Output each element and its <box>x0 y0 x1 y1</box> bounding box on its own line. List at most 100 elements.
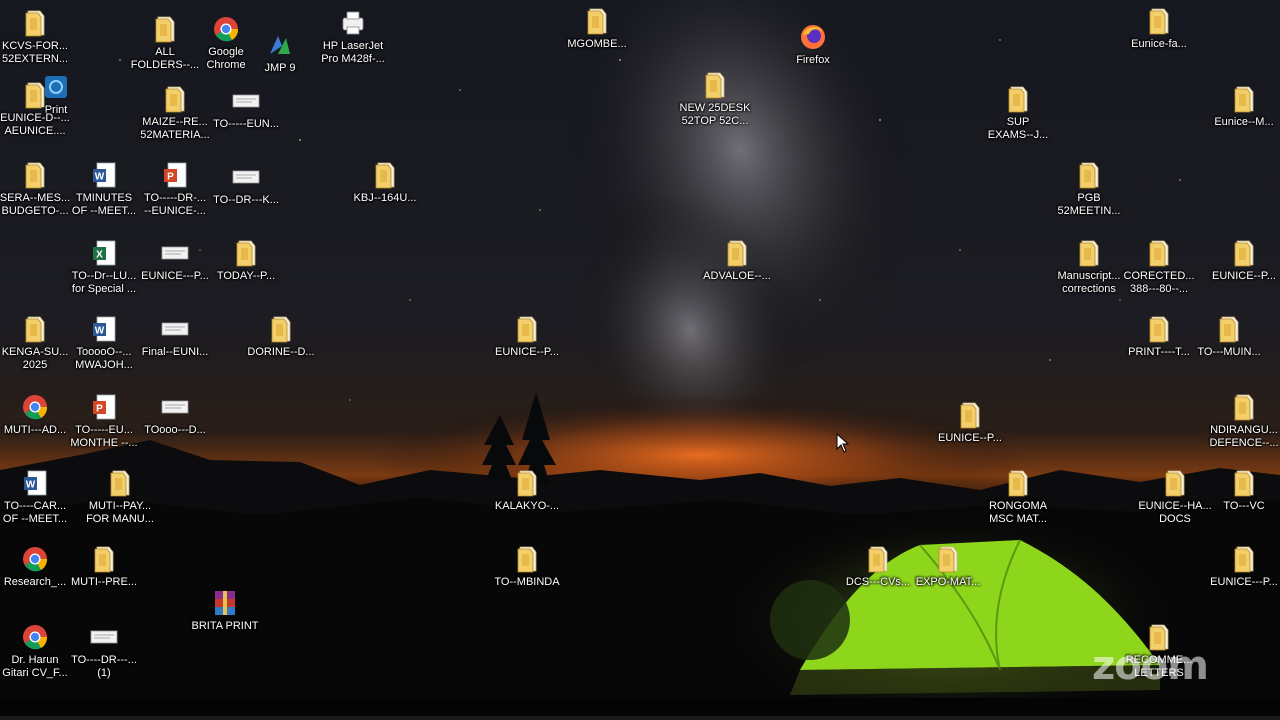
folder-kcvs-forms-icon[interactable] <box>21 8 49 38</box>
desktop-icon[interactable]: P TO-----EU... MONTHE --... <box>66 392 142 464</box>
folder-dcs-cvs-icon[interactable] <box>864 544 892 574</box>
desktop[interactable]: KCVS-FOR... 52EXTERN... ALL FOLDERS--... G… <box>0 0 1280 720</box>
folder-eunice-m-icon[interactable] <box>1230 84 1258 114</box>
folder-sup-exams-icon[interactable] <box>1004 84 1032 114</box>
word-to-car-icon[interactable]: W <box>21 468 49 498</box>
folder-eunice-fa-icon[interactable] <box>1145 6 1173 36</box>
file-final-euni-icon[interactable] <box>161 314 189 344</box>
folder-print-t-icon[interactable] <box>1145 314 1173 344</box>
folder-new-desktop-icon[interactable] <box>701 70 729 100</box>
desktop-icon[interactable]: KBJ--164U... <box>347 160 423 232</box>
folder-eunice-desktop-icon[interactable] <box>21 80 49 110</box>
folder-to-muin-icon[interactable] <box>1215 314 1243 344</box>
folder-to-mbinda-icon[interactable] <box>513 544 541 574</box>
desktop-icon[interactable]: MGOMBE... <box>559 6 635 78</box>
desktop-icon[interactable]: NEW 25DESK 52TOP 52C... <box>677 70 753 142</box>
desktop-icon[interactable]: KCVS-FOR... 52EXTERN... <box>0 8 73 80</box>
desktop-icon[interactable]: TO--MBINDA <box>489 544 565 616</box>
desktop-icon[interactable]: TO-----EUN... <box>208 86 284 158</box>
desktop-icon[interactable]: TODAY--P... <box>208 238 284 310</box>
desktop-icon[interactable]: TO---VC <box>1206 468 1280 540</box>
folder-dorine-icon[interactable] <box>267 314 295 344</box>
word-mwajoh-icon[interactable]: W <box>90 314 118 344</box>
folder-advaloe-icon[interactable] <box>723 238 751 268</box>
file-to-dr-1-icon[interactable] <box>90 622 118 652</box>
file-to-dr-k-icon[interactable] <box>232 162 260 192</box>
folder-ndirangu-icon[interactable] <box>1230 392 1258 422</box>
desktop-icon[interactable]: EUNICE--P... <box>932 400 1008 472</box>
desktop-icon[interactable]: RONGOMA MSC MAT... <box>980 468 1056 540</box>
folder-pgb-meeting-icon[interactable] <box>1075 160 1103 190</box>
ppt-to-dr-eunice-icon[interactable]: P <box>161 160 189 190</box>
chrome-harun-cv-icon[interactable] <box>21 622 49 652</box>
folder-all-folders-icon[interactable] <box>151 14 179 44</box>
desktop-icon[interactable]: W TooooO--... MWAJOH... <box>66 314 142 386</box>
desktop-icon[interactable]: KALAKYO-... <box>489 468 565 540</box>
desktop-icon[interactable]: EUNICE---P... <box>1206 544 1280 616</box>
desktop-icon[interactable]: EUNICE-D--... AEUNICE.... <box>0 80 73 152</box>
folder-sera-mes-icon[interactable] <box>21 160 49 190</box>
desktop-icon[interactable]: MUTI--PRE... <box>66 544 142 616</box>
folder-eunice-p-mid-icon[interactable] <box>956 400 984 430</box>
desktop-icon[interactable]: PGB 52MEETIN... <box>1051 160 1127 232</box>
desktop-icon[interactable]: EUNICE---P... <box>137 238 213 310</box>
folder-manuscript-icon[interactable] <box>1075 238 1103 268</box>
winrar-brita-print-icon[interactable] <box>211 588 239 618</box>
firefox-icon[interactable] <box>799 22 827 52</box>
file-to-eun-icon[interactable] <box>232 86 260 116</box>
desktop-icon[interactable]: W TMINUTES OF --MEET... <box>66 160 142 232</box>
folder-eunice-ha-docs-icon[interactable] <box>1161 468 1189 498</box>
folder-eunice-p-center-icon[interactable] <box>513 314 541 344</box>
desktop-icon[interactable]: BRITA PRINT <box>187 588 263 660</box>
desktop-icon[interactable]: CORECTED... 388---80--... <box>1121 238 1197 310</box>
folder-rongoma-icon[interactable] <box>1004 468 1032 498</box>
excel-to-dr-lu-icon[interactable]: X <box>90 238 118 268</box>
file-toooo-d-icon[interactable] <box>161 392 189 422</box>
desktop-icon[interactable]: MUTI--PAY... FOR MANU... <box>82 468 158 540</box>
folder-corected-icon[interactable] <box>1145 238 1173 268</box>
desktop-icon[interactable]: DCS---CVs... <box>840 544 916 616</box>
folder-kenga-icon[interactable] <box>21 314 49 344</box>
desktop-icon[interactable]: SUP EXAMS--J... <box>980 84 1056 156</box>
desktop-icon[interactable]: TO--DR---K... <box>208 162 284 234</box>
desktop-icon[interactable]: DORINE--D... <box>243 314 319 386</box>
desktop-icon[interactable]: NDIRANGU... DEFENCE--... <box>1206 392 1280 464</box>
desktop-icon[interactable]: TOooo---D... <box>137 392 213 464</box>
folder-expo-mat-icon[interactable] <box>934 544 962 574</box>
desktop-icon[interactable]: EXPO-MAT... <box>910 544 986 616</box>
desktop-icon[interactable]: Manuscript... corrections <box>1051 238 1127 310</box>
folder-mgombe-icon[interactable] <box>583 6 611 36</box>
folder-to-vc-icon[interactable] <box>1230 468 1258 498</box>
desktop-icon[interactable]: MAIZE--RE... 52MATERIA... <box>137 84 213 156</box>
desktop-icon[interactable]: HP LaserJet Pro M428f-... <box>315 8 391 80</box>
folder-kalakyo-icon[interactable] <box>513 468 541 498</box>
folder-eunice-p-bottom-icon[interactable] <box>1230 544 1258 574</box>
folder-muti-pay-icon[interactable] <box>106 468 134 498</box>
folder-kbj-icon[interactable] <box>371 160 399 190</box>
chrome-research-icon[interactable] <box>21 544 49 574</box>
folder-muti-pre-icon[interactable] <box>90 544 118 574</box>
desktop-icon[interactable]: Eunice--M... <box>1206 84 1280 156</box>
word-minutes-icon[interactable]: W <box>90 160 118 190</box>
jmp-9-icon[interactable] <box>266 30 294 60</box>
desktop-icon[interactable]: EUNICE--P... <box>1206 238 1280 310</box>
desktop-icon[interactable]: P TO-----DR-... --EUNICE-... <box>137 160 213 232</box>
desktop-icon[interactable]: PRINT----T... <box>1121 314 1197 386</box>
desktop-icon[interactable]: EUNICE--P... <box>489 314 565 386</box>
desktop-icon[interactable]: TO----DR---... (1) <box>66 622 142 694</box>
ppt-monthe-icon[interactable]: P <box>90 392 118 422</box>
desktop-icon[interactable]: Firefox <box>775 22 851 94</box>
desktop-icon[interactable]: Final--EUNI... <box>137 314 213 386</box>
desktop-icon[interactable]: X TO--Dr--LU... for Special ... <box>66 238 142 310</box>
google-chrome-icon[interactable] <box>212 14 240 44</box>
chrome-muti-ad-icon[interactable] <box>21 392 49 422</box>
file-eunice-p-icon[interactable] <box>161 238 189 268</box>
desktop-icon[interactable]: ADVALOE--... <box>699 238 775 310</box>
desktop-icon[interactable]: Eunice-fa... <box>1121 6 1197 78</box>
hp-laserjet-icon[interactable] <box>339 8 367 38</box>
folder-today-icon[interactable] <box>232 238 260 268</box>
folder-maize-research-icon[interactable] <box>161 84 189 114</box>
desktop-icon[interactable]: TO---MUIN... <box>1191 314 1267 386</box>
desktop-icon[interactable]: W TO----CAR... OF --MEET... <box>0 468 73 540</box>
folder-eunice-p-right-icon[interactable] <box>1230 238 1258 268</box>
